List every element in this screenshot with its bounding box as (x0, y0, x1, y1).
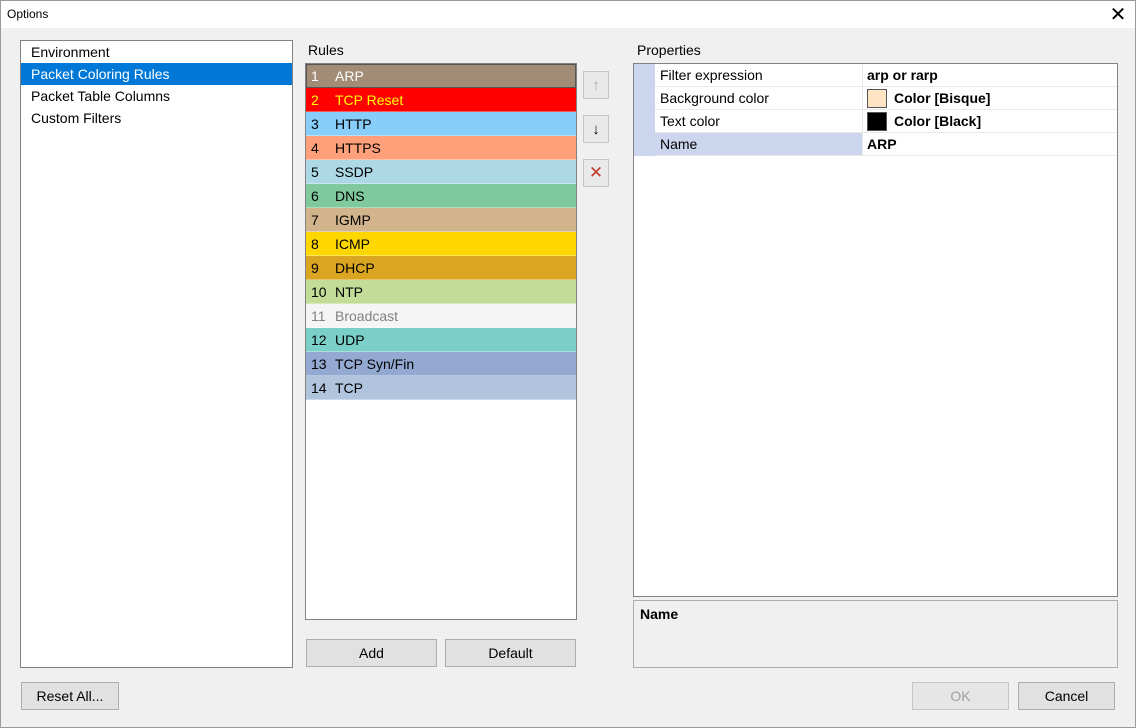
nav-item-environment[interactable]: Environment (21, 41, 292, 63)
row-gutter (634, 110, 655, 133)
close-icon[interactable]: ✕ (1101, 1, 1135, 28)
rule-row[interactable]: 10 NTP (306, 280, 576, 304)
rule-row[interactable]: 11 Broadcast (306, 304, 576, 328)
rule-row[interactable]: 13 TCP Syn/Fin (306, 352, 576, 376)
rule-number: 10 (311, 284, 327, 300)
text-color-swatch (867, 111, 887, 131)
rule-row[interactable]: 3 HTTP (306, 112, 576, 136)
rule-number: 6 (311, 188, 319, 204)
rule-row[interactable]: 8 ICMP (306, 232, 576, 256)
rule-number: 13 (311, 356, 327, 372)
property-description-panel: Name (633, 600, 1118, 668)
rule-name: NTP (335, 284, 363, 300)
property-row-filter[interactable]: Filter expression arp or rarp (634, 64, 1117, 87)
rule-number: 9 (311, 260, 319, 276)
rule-name: ICMP (335, 236, 370, 252)
text-color-value: Color [Black] (894, 113, 982, 129)
properties-label: Properties (637, 42, 701, 58)
delete-rule-icon[interactable]: ✕ (583, 159, 609, 187)
rule-number: 5 (311, 164, 319, 180)
rule-row[interactable]: 7 IGMP (306, 208, 576, 232)
rule-row[interactable]: 2 TCP Reset (306, 88, 576, 112)
property-name: Name (655, 133, 862, 156)
filter-expression-field[interactable]: arp or rarp (862, 64, 1117, 87)
rule-name: HTTP (335, 116, 372, 132)
property-row-name[interactable]: Name ARP (634, 133, 1117, 156)
description-title: Name (640, 606, 679, 622)
nav-item-packet-coloring-rules[interactable]: Packet Coloring Rules (21, 63, 292, 85)
background-color-field[interactable]: Color [Bisque] (862, 87, 1117, 110)
default-rules-button[interactable]: Default (445, 639, 576, 667)
row-gutter (634, 64, 655, 87)
move-up-icon[interactable]: ↑ (583, 71, 609, 99)
nav-item-packet-table-columns[interactable]: Packet Table Columns (21, 85, 292, 107)
rule-number: 4 (311, 140, 319, 156)
rule-number: 11 (311, 308, 326, 324)
nav-item-custom-filters[interactable]: Custom Filters (21, 107, 292, 129)
rule-name: SSDP (335, 164, 374, 180)
property-name: Filter expression (655, 64, 862, 87)
title-bar: Options ✕ (1, 1, 1135, 28)
rules-label: Rules (308, 42, 344, 58)
row-gutter (634, 87, 655, 110)
rule-row[interactable]: 14 TCP (306, 376, 576, 400)
rule-name: UDP (335, 332, 365, 348)
rule-number: 8 (311, 236, 319, 252)
reset-all-button[interactable]: Reset All... (21, 682, 119, 710)
properties-grid: Filter expression arp or rarp Background… (633, 63, 1118, 597)
rule-name: ARP (335, 68, 364, 84)
options-category-list[interactable]: Environment Packet Coloring Rules Packet… (20, 40, 293, 668)
background-color-value: Color [Bisque] (894, 90, 991, 106)
move-down-icon[interactable]: ↓ (583, 115, 609, 143)
rule-name: HTTPS (335, 140, 381, 156)
rules-list[interactable]: 1 ARP 2 TCP Reset 3 HTTP 4 HTTPS 5 SSDP 6 DNS 7 IGMP 8… (305, 63, 577, 620)
rule-name: DHCP (335, 260, 375, 276)
rule-name-field[interactable]: ARP (862, 133, 1117, 156)
row-gutter (634, 133, 655, 156)
property-name: Text color (655, 110, 862, 133)
add-rule-button[interactable]: Add (306, 639, 437, 667)
rule-name: TCP Syn/Fin (335, 356, 415, 372)
rule-number: 14 (311, 380, 327, 396)
rule-row[interactable]: 4 HTTPS (306, 136, 576, 160)
rule-number: 2 (311, 92, 319, 108)
rule-name: TCP (335, 380, 363, 396)
rule-name: Broadcast (335, 308, 399, 324)
property-row-text-color[interactable]: Text color Color [Black] (634, 110, 1117, 133)
rule-row[interactable]: 12 UDP (306, 328, 576, 352)
background-color-swatch (867, 88, 887, 108)
cancel-button[interactable]: Cancel (1018, 682, 1115, 710)
rule-number: 7 (311, 212, 319, 228)
rule-name: IGMP (335, 212, 371, 228)
property-name: Background color (655, 87, 862, 110)
window-title: Options (7, 7, 49, 21)
rule-number: 1 (311, 68, 319, 84)
rule-number: 3 (311, 116, 319, 132)
options-dialog: Options ✕ Environment Packet Coloring Ru… (0, 0, 1136, 728)
rule-number: 12 (311, 332, 327, 348)
rule-row[interactable]: 6 DNS (306, 184, 576, 208)
rule-row[interactable]: 5 SSDP (306, 160, 576, 184)
rule-row[interactable]: 1 ARP (306, 64, 576, 88)
text-color-field[interactable]: Color [Black] (862, 110, 1117, 133)
rule-row[interactable]: 9 DHCP (306, 256, 576, 280)
rule-name: TCP Reset (335, 92, 404, 108)
property-row-background[interactable]: Background color Color [Bisque] (634, 87, 1117, 110)
ok-button[interactable]: OK (912, 682, 1009, 710)
rule-name: DNS (335, 188, 365, 204)
